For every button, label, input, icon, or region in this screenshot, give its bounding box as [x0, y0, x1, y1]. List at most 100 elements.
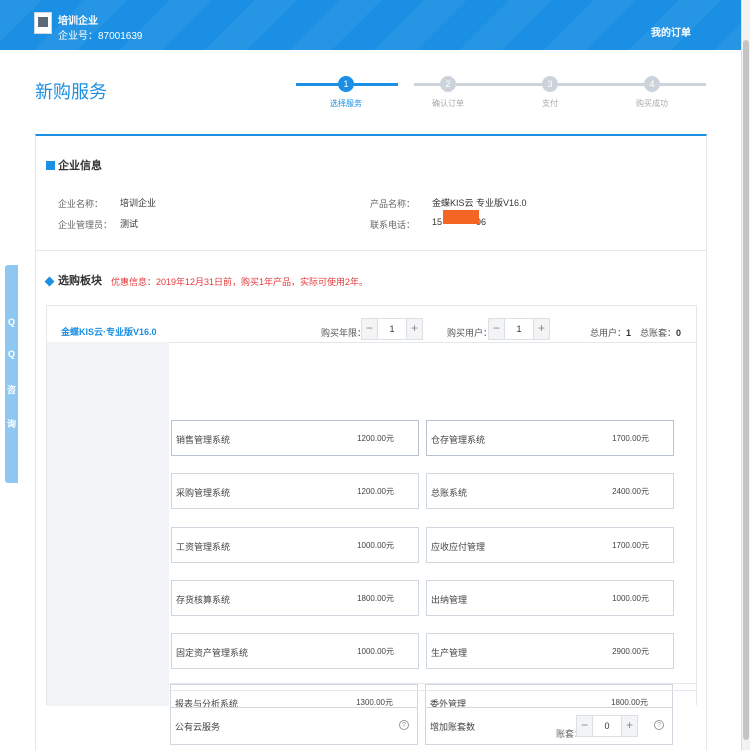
qq-consult-tab[interactable]: Q Q 咨 询	[5, 265, 18, 483]
promo-text: 优惠信息：2019年12月31日前，购买1年产品，实际可使用2年。	[111, 277, 369, 287]
accounts-value[interactable]: 0	[593, 716, 621, 736]
admin-value: 测试	[120, 219, 139, 229]
company-logo-icon	[34, 12, 52, 34]
step-1-dot: 1	[338, 76, 354, 92]
step-4-dot: 4	[644, 76, 660, 92]
module-price: 1000.00元	[357, 647, 394, 656]
phone-label: 联系电话：	[370, 220, 416, 230]
module-card[interactable]: 出纳管理 1000.00元	[426, 580, 674, 616]
module-name: 生产管理	[431, 648, 468, 658]
module-card[interactable]: 应收应付管理 1700.00元	[426, 527, 674, 563]
module-card[interactable]: 采购管理系统 1200.00元	[171, 473, 419, 509]
step-1-label: 选择服务	[330, 99, 362, 108]
progress-steps: 1 2 3 4 选择服务 确认订单 支付 购买成功	[296, 74, 706, 114]
module-card[interactable]: 固定资产管理系统 1000.00元	[171, 633, 419, 669]
step-2-dot: 2	[440, 76, 456, 92]
help-icon[interactable]: ?	[654, 720, 664, 730]
years-value[interactable]: 1	[378, 319, 406, 339]
module-price: 2400.00元	[612, 487, 649, 496]
total-accounts-label: 总账套：	[640, 328, 677, 338]
qq-consult-char: Q	[7, 349, 15, 359]
phone-redaction	[443, 210, 479, 224]
accounts-plus-button[interactable]: +	[621, 716, 637, 736]
qq-consult-char: 咨	[6, 385, 16, 395]
page-title: 新购服务	[35, 82, 107, 102]
enterprise-info-heading: 企业信息	[46, 157, 102, 173]
step-2-label: 确认订单	[432, 99, 464, 108]
phone-prefix: 15	[432, 217, 443, 227]
help-icon[interactable]: ?	[399, 720, 409, 730]
module-card[interactable]: 总账系统 2400.00元	[426, 473, 674, 509]
cloud-service-card[interactable]: 公有云服务 ?	[170, 707, 418, 745]
accounts-stepper[interactable]: − 0 +	[576, 715, 638, 737]
step-3-label: 支付	[542, 99, 558, 108]
cube-icon	[44, 276, 55, 287]
module-card[interactable]: 工资管理系统 1000.00元	[171, 527, 419, 563]
step-line	[354, 83, 398, 86]
step-line	[660, 83, 706, 86]
users-label: 购买用户：	[447, 328, 493, 338]
modules-heading: 选购板块	[44, 272, 102, 288]
main-content: 新购服务 1 2 3 4 选择服务 确认订单 支付 购买成功 企业信息 企业名称…	[0, 50, 741, 750]
module-card[interactable]: 存货核算系统 1800.00元	[171, 580, 419, 616]
admin-label: 企业管理员：	[58, 220, 113, 230]
product-tab[interactable]: 金蝶KIS云·专业版V16.0	[61, 325, 157, 338]
folder-icon	[46, 161, 55, 170]
accounts-minus-button[interactable]: −	[577, 716, 593, 736]
top-header: 培训企业 企业号：87001639 我的订单	[0, 0, 741, 50]
step-line	[456, 83, 542, 86]
total-users: 总用户：1	[590, 326, 631, 339]
qq-consult-char: Q	[7, 317, 15, 327]
total-users-value: 1	[626, 328, 632, 338]
module-name: 应收应付管理	[431, 542, 486, 552]
users-minus-button[interactable]: −	[489, 319, 505, 339]
module-name: 总账系统	[431, 488, 468, 498]
users-value[interactable]: 1	[505, 319, 533, 339]
total-users-label: 总用户：	[590, 328, 627, 338]
module-name: 工资管理系统	[176, 542, 231, 552]
company-name-value: 培训企业	[120, 198, 157, 208]
users-plus-button[interactable]: +	[533, 319, 549, 339]
module-name: 销售管理系统	[176, 435, 231, 445]
add-accounts-card[interactable]: 增加账套数 账套： − 0 + ?	[425, 707, 673, 745]
qq-consult-char: 询	[6, 419, 16, 429]
my-orders-link[interactable]: 我的订单	[651, 24, 691, 39]
product-name-label: 产品名称：	[370, 199, 416, 209]
cloud-service-label: 公有云服务	[175, 722, 221, 732]
step-line	[558, 83, 644, 86]
module-card[interactable]: 销售管理系统 1200.00元	[171, 420, 419, 456]
years-label: 购买年限：	[321, 328, 367, 338]
module-name: 仓存管理系统	[431, 435, 486, 445]
module-price: 1800.00元	[357, 594, 394, 603]
step-3-dot: 3	[542, 76, 558, 92]
years-minus-button[interactable]: −	[362, 319, 378, 339]
modules-title: 选购板块	[58, 275, 102, 287]
years-stepper[interactable]: − 1 +	[361, 318, 423, 340]
module-price: 1000.00元	[357, 541, 394, 550]
total-accounts-value: 0	[676, 328, 682, 338]
module-price: 1200.00元	[357, 434, 394, 443]
scrollbar-thumb[interactable]	[743, 40, 749, 740]
module-panel: 金蝶KIS云·专业版V16.0 购买年限： − 1 + 购买用户： − 1 + …	[46, 305, 697, 706]
module-card[interactable]: 生产管理 2900.00元	[426, 633, 674, 669]
module-price: 1000.00元	[612, 594, 649, 603]
module-name: 出纳管理	[431, 595, 468, 605]
section-divider	[35, 250, 707, 251]
module-card[interactable]: 仓存管理系统 1700.00元	[426, 420, 674, 456]
add-accounts-label: 增加账套数	[430, 722, 476, 732]
module-name: 固定资产管理系统	[176, 648, 249, 658]
company-name: 培训企业	[58, 16, 98, 27]
module-price: 1700.00元	[612, 434, 649, 443]
module-name: 存货核算系统	[176, 595, 231, 605]
total-accounts: 总账套：0	[640, 326, 681, 339]
module-price: 1700.00元	[612, 541, 649, 550]
modules-divider	[169, 342, 697, 343]
module-price: 2900.00元	[612, 647, 649, 656]
enterprise-info-title: 企业信息	[58, 160, 102, 172]
vertical-scrollbar[interactable]	[741, 0, 750, 750]
module-name: 采购管理系统	[176, 488, 231, 498]
product-name-value: 金蝶KIS云 专业版V16.0	[432, 198, 527, 208]
users-stepper[interactable]: − 1 +	[488, 318, 550, 340]
company-number: 企业号：87001639	[58, 31, 143, 42]
years-plus-button[interactable]: +	[406, 319, 422, 339]
